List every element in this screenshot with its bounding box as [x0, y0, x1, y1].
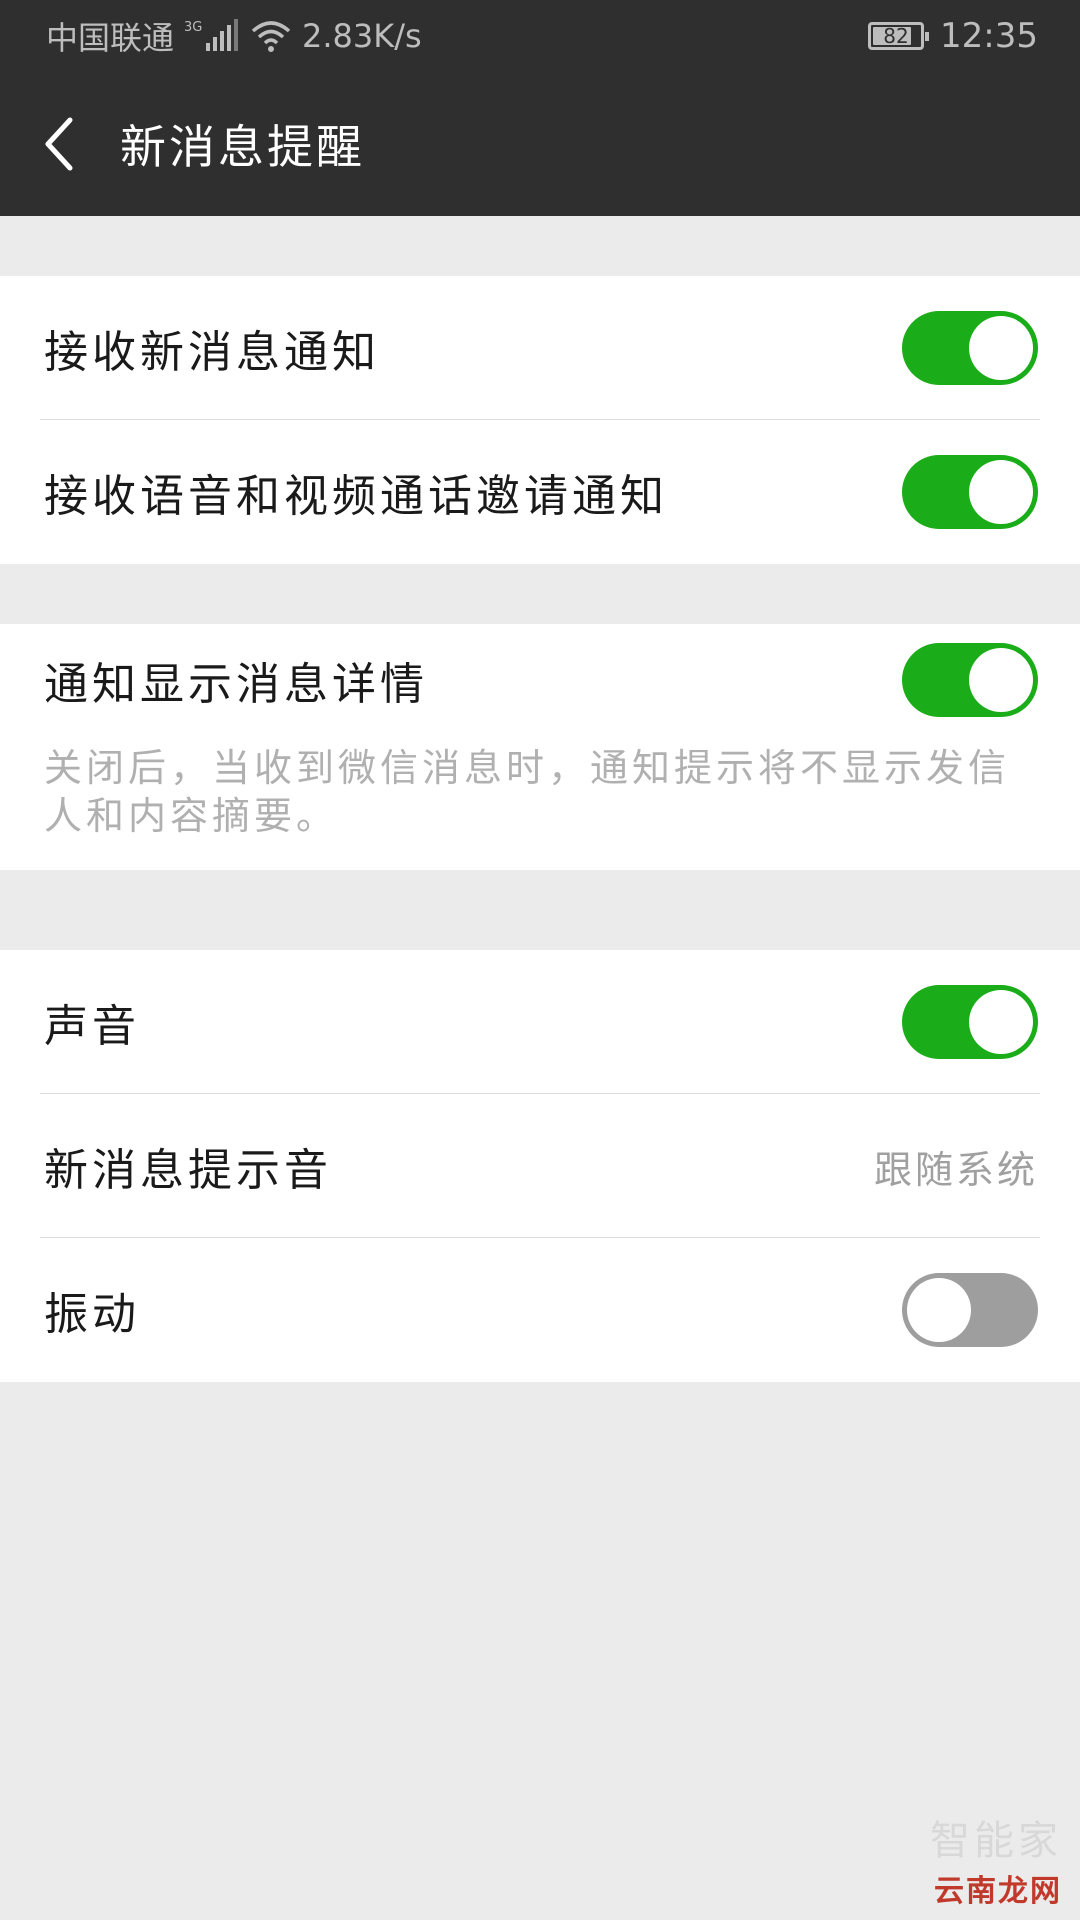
setting-label: 接收新消息通知 — [44, 327, 380, 378]
setting-row-sound: 声音 — [0, 950, 1080, 1094]
setting-label: 接收语音和视频通话邀请通知 — [44, 471, 668, 522]
toggle-knob — [969, 990, 1033, 1054]
watermark-faint-text: 智能家 — [930, 1818, 1062, 1864]
page-title: 新消息提醒 — [120, 120, 365, 174]
setting-label: 通知显示消息详情 — [44, 659, 428, 710]
setting-row-receive-messages: 接收新消息通知 — [0, 276, 1080, 420]
settings-group-sound: 声音 新消息提示音 跟随系统 振动 — [0, 950, 1080, 1382]
battery-level: 82 — [883, 24, 909, 48]
setting-row-show-details: 通知显示消息详情 — [0, 624, 1080, 736]
setting-row-ringtone[interactable]: 新消息提示音 跟随系统 — [0, 1094, 1080, 1238]
settings-group-notifications: 接收新消息通知 接收语音和视频通话邀请通知 — [0, 276, 1080, 564]
network-speed: 2.83K/s — [302, 17, 422, 55]
signal-icon: 3G — [184, 19, 240, 53]
vibrate-toggle[interactable] — [902, 1273, 1038, 1347]
watermark: 智能家 云南龙网 — [930, 1808, 1062, 1910]
watermark-logo: 云南龙网 — [934, 1874, 1062, 1909]
clock: 12:35 — [940, 16, 1038, 56]
back-button[interactable] — [0, 72, 120, 216]
call-invites-toggle[interactable] — [902, 455, 1038, 529]
show-details-toggle[interactable] — [902, 643, 1038, 717]
title-bar: 新消息提醒 — [0, 72, 1080, 216]
toggle-knob — [969, 648, 1033, 712]
setting-label: 振动 — [44, 1289, 140, 1340]
carrier-label: 中国联通 — [46, 19, 175, 57]
setting-row-vibrate: 振动 — [0, 1238, 1080, 1382]
show-details-hint: 关闭后，当收到微信消息时，通知提示将不显示发信人和内容摘要。 — [44, 746, 1011, 838]
network-type-label: 3G — [184, 20, 202, 35]
wifi-icon — [250, 19, 292, 53]
status-bar: 中国联通 3G 2.83K/s 82 12:35 — [0, 0, 1080, 72]
sound-toggle[interactable] — [902, 985, 1038, 1059]
settings-group-details: 通知显示消息详情 关闭后，当收到微信消息时，通知提示将不显示发信人和内容摘要。 — [0, 624, 1080, 870]
status-left: 中国联通 3G 2.83K/s — [46, 13, 422, 59]
toggle-knob — [907, 1278, 971, 1342]
toggle-knob — [969, 316, 1033, 380]
receive-messages-toggle[interactable] — [902, 311, 1038, 385]
chevron-left-icon — [45, 117, 73, 171]
toggle-knob — [969, 460, 1033, 524]
battery-icon: 82 — [868, 22, 930, 50]
setting-label: 声音 — [44, 1001, 140, 1052]
setting-row-call-invites: 接收语音和视频通话邀请通知 — [0, 420, 1080, 564]
ringtone-value: 跟随系统 — [873, 1147, 1038, 1192]
setting-label: 新消息提示音 — [44, 1145, 332, 1196]
status-right: 82 12:35 — [868, 16, 1038, 56]
